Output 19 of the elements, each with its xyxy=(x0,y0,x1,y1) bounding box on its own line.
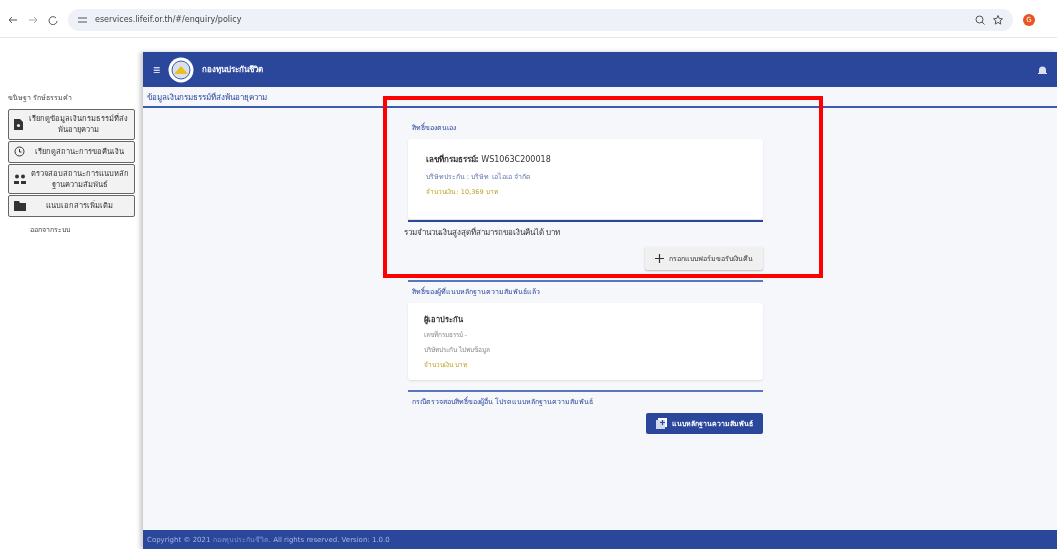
back-icon[interactable] xyxy=(8,14,18,25)
address-bar[interactable]: eservices.lifeif.or.th/#/enquiry/policy xyxy=(68,8,1013,31)
app-title: กองทุนประกันชีวิต xyxy=(202,64,263,76)
menu-button[interactable]: ≡ xyxy=(153,62,160,77)
people-icon xyxy=(14,173,26,184)
policy-number: เลขที่กรมธรรม์: WS1063C200018 xyxy=(425,153,552,166)
plus-icon xyxy=(654,254,664,263)
bookmark-star-icon[interactable] xyxy=(993,14,1003,25)
add-document-icon xyxy=(655,418,667,429)
notification-bell-icon[interactable] xyxy=(1038,64,1047,75)
logo-icon xyxy=(168,56,194,83)
url-text: eservices.lifeif.or.th/#/enquiry/policy xyxy=(95,15,242,24)
folder-icon xyxy=(14,201,26,211)
zoom-icon[interactable] xyxy=(975,14,985,25)
document-icon xyxy=(14,118,23,130)
page-title: ข้อมูลเงินกรมธรรม์ที่ส่งพ้นอายุความ xyxy=(143,87,1057,108)
reload-icon[interactable] xyxy=(48,14,58,25)
history-icon xyxy=(14,146,25,157)
total-text: รวมจำนวนเงินสูงสุดที่สามารถขอเงินคืนได้ บาท xyxy=(403,226,562,239)
